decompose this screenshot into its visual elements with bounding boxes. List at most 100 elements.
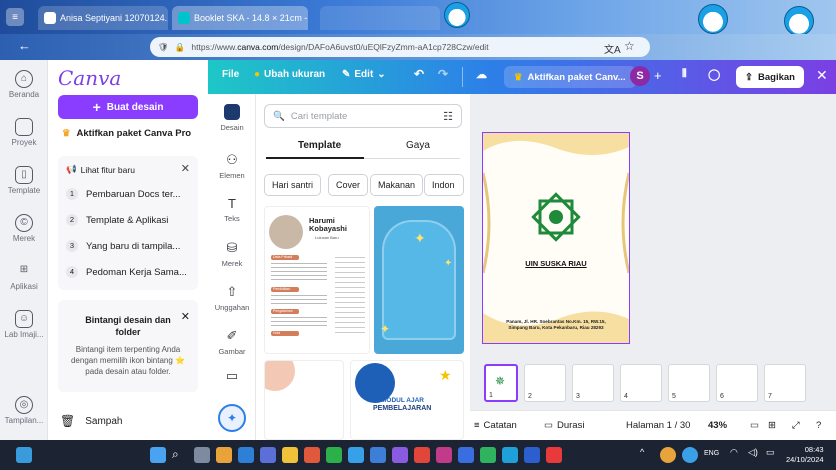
template-thumbnail[interactable]: ★ MODUL AJAR PEMBELAJARAN [350,360,464,440]
tool-projects[interactable]: ▭ [208,368,256,387]
rail-item-home[interactable]: ⌂ Beranda [0,70,48,99]
template-thumbnail[interactable]: ✦ ✦ ✦ [374,206,464,354]
browser-tab[interactable]: Anisa Septiyani 12070124... [38,6,168,30]
design-title[interactable]: UIN SUSKA RIAU [483,259,629,268]
create-design-button[interactable]: + Buat desain [58,95,198,119]
page-thumbnail[interactable]: ✵ 1 [484,364,518,402]
file-menu[interactable]: File [222,69,239,80]
redo-icon[interactable]: ↷ [438,67,448,81]
add-collaborator-icon[interactable]: + [654,68,662,83]
back-arrow-icon[interactable]: ← [18,38,31,53]
edge-icon[interactable] [348,447,364,463]
rail-item-projects[interactable]: Proyek [0,118,48,147]
close-icon[interactable]: ✕ [816,67,828,84]
fullscreen-icon[interactable]: ⤢ [792,420,800,431]
clock[interactable]: 08:43 24/10/2024 [786,445,824,465]
url-field[interactable]: 🛡 🔒 https://www.canva.com/design/DAFoA6u… [150,37,650,57]
rail-item-template[interactable]: ▯ Template [0,166,48,195]
widgets-icon[interactable] [16,447,32,463]
notes-button[interactable]: ≡ Catatan [474,420,517,431]
app-icon[interactable] [260,447,276,463]
feature-item[interactable]: 2 Template & Aplikasi [66,214,168,226]
page-thumbnail[interactable]: 3 [572,364,614,402]
page-thumbnail[interactable]: 7 [764,364,806,402]
app-icon[interactable] [502,447,518,463]
filter-chip[interactable]: Hari santri [264,174,322,196]
app-icon[interactable] [304,447,320,463]
page-thumbnail[interactable]: 4 [620,364,662,402]
rail-item-apps[interactable]: ⊞ Aplikasi [0,262,48,291]
app-icon[interactable] [392,447,408,463]
activate-pro-link[interactable]: ♛ Aktifkan paket Canva Pro [62,128,191,139]
app-icon[interactable] [546,447,562,463]
filter-chip[interactable]: Makanan [370,174,424,196]
tab-style[interactable]: Gaya [406,140,430,151]
page-view-icon[interactable]: ▭ [750,420,759,431]
design-page[interactable]: UIN SUSKA RIAU Panam, Jl. HR. Soebrantas… [482,132,630,344]
grid-view-icon[interactable]: ⊞ [768,420,776,431]
app-icon[interactable] [414,447,430,463]
app-icon[interactable] [370,447,386,463]
edit-menu[interactable]: ✎ Edit ⌄ [342,69,386,80]
battery-icon[interactable]: ▭ [766,447,782,463]
activate-pro-button[interactable]: ♛ Aktifkan paket Canv... [504,66,636,88]
feature-item[interactable]: 1 Pembaruan Docs ter... [66,188,181,200]
volume-icon[interactable]: ◁) [748,447,764,463]
trash-link[interactable]: 🗑 Sampah [60,414,122,428]
rail-item-brand[interactable]: © Merek [0,214,48,243]
rail-item-lab[interactable]: ☺ Lab Imaji... [0,310,48,339]
page-thumbnail[interactable]: 6 [716,364,758,402]
magic-sparkle-icon[interactable]: ✦ [218,404,246,432]
template-search-input[interactable]: 🔍 Cari template ☷ [264,104,462,128]
tray-chevron-icon[interactable]: ^ [640,447,656,463]
app-icon[interactable] [458,447,474,463]
app-icon[interactable] [238,447,254,463]
template-thumbnail[interactable]: Harumi Kobayashi Lulusan Baru Data Priba… [264,206,370,354]
tool-draw[interactable]: ✐ Gambar [208,328,256,356]
app-icon[interactable] [326,447,342,463]
tool-brand[interactable]: ⛁ Merek [208,240,256,268]
close-icon[interactable]: ✕ [181,310,190,323]
browser-menu-button[interactable]: ≡ [6,8,24,26]
browser-tab-active[interactable]: Booklet SKA - 14.8 × 21cm - C... [172,6,308,30]
translate-icon[interactable]: 文A [604,41,621,56]
undo-icon[interactable]: ↶ [414,67,424,81]
app-icon[interactable] [436,447,452,463]
insights-icon[interactable]: ⫴ [682,68,687,81]
tray-app-icon[interactable] [660,447,676,463]
feature-item[interactable]: 3 Yang baru di tampila... [66,240,180,252]
page-thumbnail[interactable]: 5 [668,364,710,402]
windows-start-icon[interactable] [150,447,166,463]
tool-design[interactable]: Desain [208,104,256,132]
zoom-level[interactable]: 43% [708,420,727,431]
rail-item-display[interactable]: ◎ Tampilan... [0,396,48,425]
input-language[interactable]: ENG [704,450,719,457]
page-indicator[interactable]: Halaman 1 / 30 [626,420,690,431]
search-icon[interactable]: ⌕ [172,447,188,463]
task-view-icon[interactable] [194,447,210,463]
filter-icon[interactable]: ☷ [443,110,453,123]
help-icon[interactable]: ? [816,420,821,431]
whatsapp-icon[interactable] [480,447,496,463]
duration-button[interactable]: ▭ Durasi [544,420,584,431]
filter-chip[interactable]: Cover [328,174,369,196]
cloud-save-icon[interactable]: ☁ [476,68,487,81]
bookmark-star-icon[interactable]: ☆ [624,39,635,53]
word-icon[interactable] [524,447,540,463]
tab-template[interactable]: Template [298,140,341,151]
tool-text[interactable]: T Teks [208,196,256,223]
share-button[interactable]: ⇪ Bagikan [736,66,804,88]
wifi-icon[interactable]: ◠ [730,447,746,463]
avatar[interactable]: S [630,66,650,86]
template-thumbnail[interactable] [264,360,344,440]
file-explorer-icon[interactable] [282,447,298,463]
app-icon[interactable] [216,447,232,463]
comment-icon[interactable]: ◯ [708,68,720,81]
tray-app-icon[interactable] [682,447,698,463]
close-icon[interactable]: ✕ [181,162,190,175]
resize-button[interactable]: ● Ubah ukuran [254,69,325,80]
tool-uploads[interactable]: ⇧ Unggahan [208,284,256,312]
feature-item[interactable]: 4 Pedoman Kerja Sama... [66,266,187,278]
browser-tab[interactable] [320,6,440,30]
tool-elements[interactable]: ⚇ Elemen [208,152,256,180]
